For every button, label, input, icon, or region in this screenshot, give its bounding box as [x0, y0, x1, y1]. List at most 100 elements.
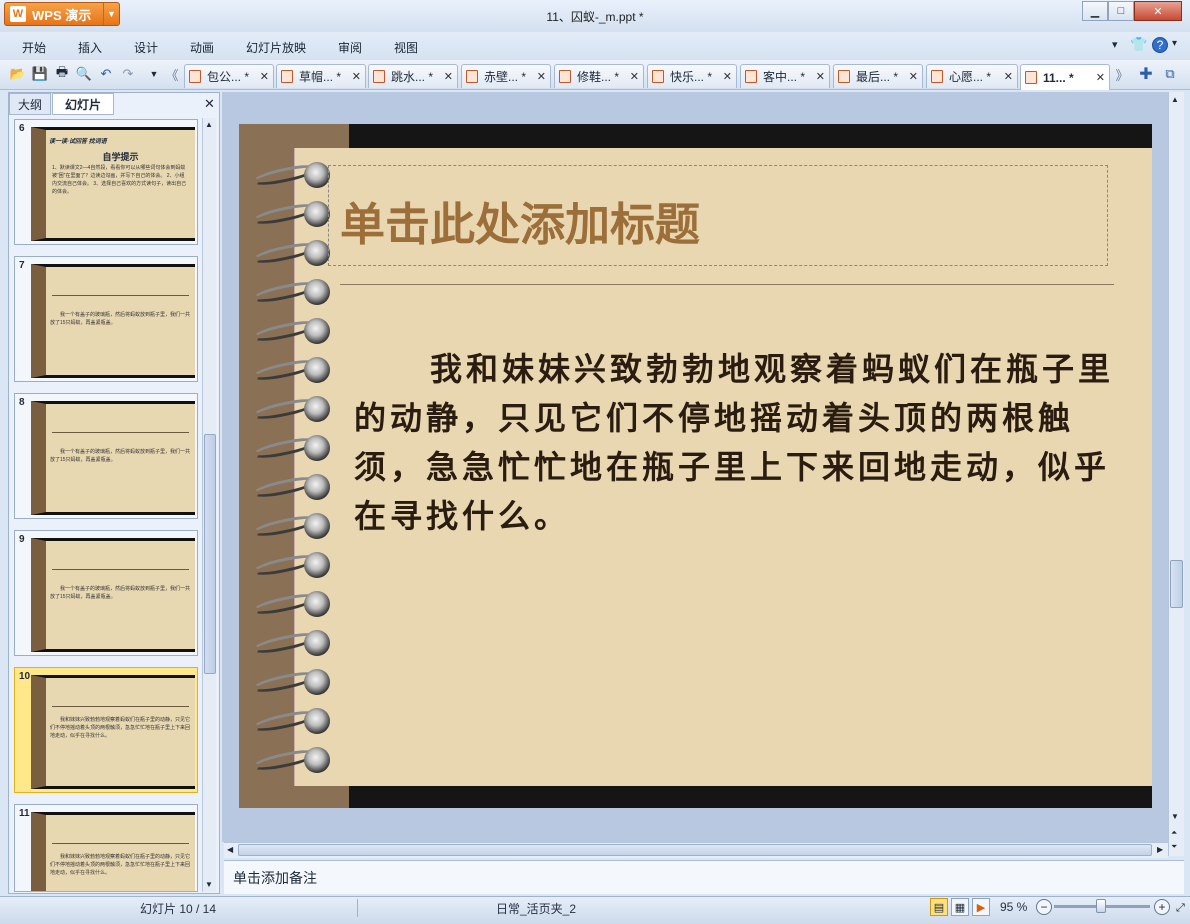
thumbnail-preview: 读一读·试回答 找词语 自学提示 1、默读课文2—4自然段，看看你可以从哪些词句…	[31, 127, 195, 241]
zoom-out-icon[interactable]: −	[1036, 899, 1052, 915]
slide-counter: 幻灯片 10 / 14	[140, 902, 217, 916]
ppt-file-icon	[281, 70, 293, 83]
notes-pane[interactable]	[224, 860, 1184, 894]
menu-bar	[0, 32, 1190, 60]
ribbon-collapse-icon[interactable]: ▾	[1112, 38, 1118, 51]
scroll-right-icon[interactable]: ▶	[1157, 845, 1163, 854]
slide-sorter-view-icon[interactable]: ▦	[951, 898, 969, 916]
zoom-in-icon[interactable]: +	[1154, 899, 1170, 915]
notes-placeholder[interactable]: 单击添加备注	[233, 868, 317, 888]
tab-document[interactable]: 修鞋... * ✕	[554, 64, 644, 88]
undo-icon[interactable]: ↶	[98, 66, 114, 82]
slide-thumbnail[interactable]: 6 读一读·试回答 找词语 自学提示 1、默读课文2—4自然段，看看你可以从哪些…	[14, 119, 198, 245]
help-icon[interactable]: ?	[1152, 37, 1168, 53]
tab-slides[interactable]: 幻灯片	[52, 93, 114, 115]
previous-slide-icon[interactable]: ⏶	[1171, 828, 1177, 838]
menu-home[interactable]: 开始	[22, 39, 46, 56]
editor-vertical-scrollbar[interactable]	[1168, 92, 1184, 856]
next-slide-icon[interactable]: ⏷	[1171, 842, 1177, 852]
slides-panel-scrollbar[interactable]	[202, 118, 216, 892]
scroll-up-icon[interactable]: ▲	[205, 120, 213, 129]
skin-icon[interactable]: 👕	[1130, 36, 1147, 53]
scroll-down-icon[interactable]: ▼	[1171, 812, 1179, 821]
redo-icon[interactable]: ↷	[120, 66, 136, 82]
customize-dropdown-icon[interactable]: ▼	[146, 66, 162, 82]
tab-document[interactable]: 心愿... * ✕	[926, 64, 1018, 88]
slide-thumbnail[interactable]: 9 我一个有盖子的玻璃瓶，然后将蚂蚁放到瓶子里，我们一共放了15只蚂蚁，再盖紧瓶…	[14, 530, 198, 656]
new-tab-icon[interactable]: ✚	[1138, 66, 1154, 83]
maximize-icon: □	[1117, 5, 1125, 17]
close-window-button[interactable]: ✕	[1134, 1, 1182, 21]
binder-ring	[304, 474, 330, 500]
binder-ring	[304, 240, 330, 266]
ppt-file-icon	[466, 70, 478, 83]
binder-ring	[304, 552, 330, 578]
scroll-up-icon[interactable]: ▲	[1171, 95, 1179, 104]
close-tab-icon[interactable]: ✕	[260, 70, 269, 83]
tab-document[interactable]: 客中... * ✕	[740, 64, 830, 88]
scrollbar-thumb[interactable]	[1170, 560, 1183, 608]
template-name: 日常_活页夹_2	[496, 902, 577, 916]
menu-slideshow[interactable]: 幻灯片放映	[246, 39, 306, 56]
open-folder-icon[interactable]: 📂	[10, 66, 26, 82]
close-tab-icon[interactable]: ✕	[444, 70, 453, 83]
close-tab-icon[interactable]: ✕	[909, 70, 918, 83]
close-tab-icon[interactable]: ✕	[352, 70, 361, 83]
scroll-left-icon[interactable]: ◀	[227, 845, 233, 854]
binder-ring	[304, 279, 330, 305]
print-preview-icon[interactable]: 🔍	[76, 66, 92, 82]
slideshow-view-icon[interactable]: ▶	[972, 898, 990, 916]
save-icon[interactable]: 💾	[32, 66, 48, 82]
slide-thumbnail[interactable]: 7 我一个有盖子的玻璃瓶，然后将蚂蚁放到瓶子里，我们一共放了15只蚂蚁，再盖紧瓶…	[14, 256, 198, 382]
tab-document[interactable]: 跳水... * ✕	[368, 64, 458, 88]
fit-window-icon[interactable]: ⤢	[1176, 902, 1185, 915]
slide-thumbnail[interactable]: 11 我和妹妹兴致勃勃地观察着蚂蚁们在瓶子里的动静，只见它们不停地摇动着头顶的两…	[14, 804, 198, 892]
close-tab-icon[interactable]: ✕	[630, 70, 639, 83]
scrollbar-thumb[interactable]	[204, 434, 216, 674]
tab-scroll-left-icon[interactable]: 《	[164, 66, 180, 83]
binder-ring	[304, 162, 330, 188]
close-tab-icon[interactable]: ✕	[723, 70, 732, 83]
menu-insert[interactable]: 插入	[78, 39, 102, 56]
close-tab-icon[interactable]: ✕	[1096, 71, 1105, 84]
slide-thumbnail[interactable]: 8 我一个有盖子的玻璃瓶，然后将蚂蚁放到瓶子里，我们一共放了15只蚂蚁，再盖紧瓶…	[14, 393, 198, 519]
ppt-file-icon	[1025, 71, 1037, 84]
zoom-slider-knob[interactable]	[1096, 899, 1106, 913]
tab-document[interactable]: 赤壁... * ✕	[461, 64, 551, 88]
close-panel-icon[interactable]: ✕	[204, 96, 215, 112]
binder-ring	[304, 318, 330, 344]
tab-document-active[interactable]: 11... * ✕	[1020, 64, 1110, 90]
close-tab-icon[interactable]: ✕	[537, 70, 546, 83]
menu-animation[interactable]: 动画	[190, 39, 214, 56]
close-icon: ✕	[1153, 5, 1163, 18]
tab-document[interactable]: 快乐... * ✕	[647, 64, 737, 88]
menu-view[interactable]: 视图	[394, 39, 418, 56]
normal-view-icon[interactable]: ▤	[930, 898, 948, 916]
scroll-down-icon[interactable]: ▼	[205, 880, 213, 889]
slide-thumbnail-selected[interactable]: 10 我和妹妹兴致勃勃地观察着蚂蚁们在瓶子里的动静，只见它们不停地摇动着头顶的两…	[14, 667, 198, 793]
close-tab-icon[interactable]: ✕	[816, 70, 825, 83]
tab-document[interactable]: 包公... * ✕	[184, 64, 274, 88]
editor-horizontal-scrollbar[interactable]	[224, 842, 1168, 858]
help-dropdown-icon[interactable]: ▾	[1172, 38, 1177, 49]
tab-document[interactable]: 草帽... * ✕	[276, 64, 366, 88]
slide-body-text[interactable]: 我和妹妹兴致勃勃地观察着蚂蚁们在瓶子里的动静，只见它们不停地摇动着头顶的两根触须…	[354, 345, 1124, 541]
minimize-button[interactable]: ▁	[1082, 1, 1108, 21]
close-tab-icon[interactable]: ✕	[1004, 70, 1013, 83]
tab-scroll-right-icon[interactable]: 》	[1114, 66, 1130, 83]
menu-review[interactable]: 审阅	[338, 39, 362, 56]
tab-document[interactable]: 最后... * ✕	[833, 64, 923, 88]
menu-design[interactable]: 设计	[134, 39, 158, 56]
tab-outline[interactable]: 大纲	[9, 93, 51, 115]
binder-ring	[304, 435, 330, 461]
print-icon[interactable]: 🖶	[54, 64, 70, 82]
zoom-level: 95 %	[1000, 900, 1028, 914]
binder-ring	[304, 396, 330, 422]
binder-ring	[304, 630, 330, 656]
slide-title-placeholder[interactable]: 单击此处添加标题	[340, 188, 700, 253]
restore-window-icon[interactable]: ⧉	[1162, 66, 1178, 82]
binder-ring	[304, 669, 330, 695]
thumbnail-preview: 我一个有盖子的玻璃瓶，然后将蚂蚁放到瓶子里，我们一共放了15只蚂蚁，再盖紧瓶盖。	[31, 264, 195, 378]
scrollbar-thumb[interactable]	[238, 844, 1152, 856]
maximize-button[interactable]: □	[1108, 1, 1134, 21]
